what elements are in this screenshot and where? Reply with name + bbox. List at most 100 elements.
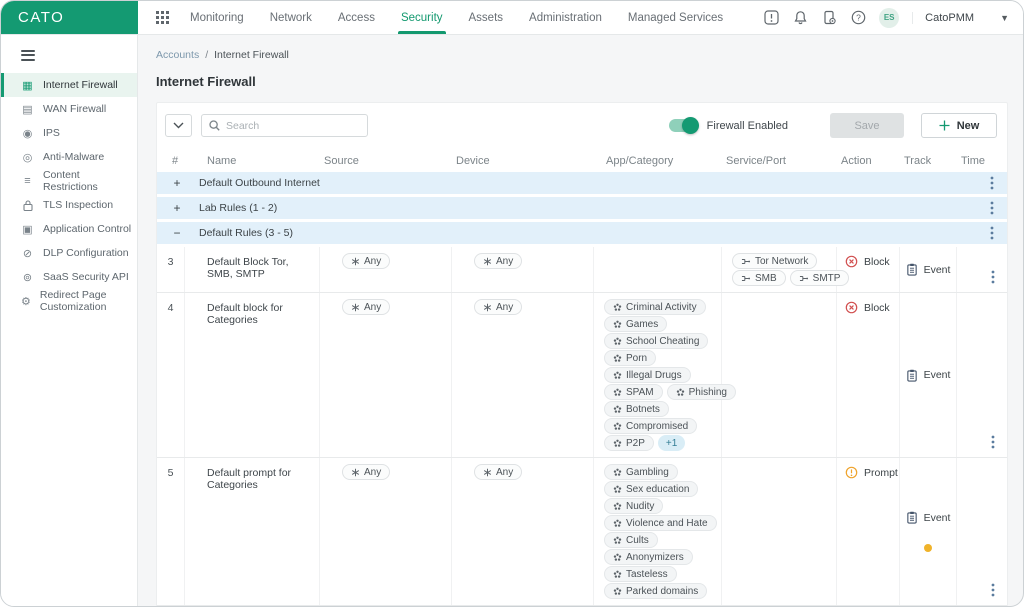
track-label: Event <box>923 369 951 381</box>
sidebar-item-wan-firewall[interactable]: ▤ WAN Firewall <box>1 97 137 121</box>
column-header-source: Source <box>324 154 359 167</box>
group-row-lab-rules-1-2[interactable]: + Lab Rules (1 - 2) <box>157 197 1007 219</box>
collapse-group-icon[interactable]: − <box>171 227 183 239</box>
sidebar-item-label: TLS Inspection <box>43 199 114 211</box>
expand-group-icon[interactable]: + <box>171 177 183 189</box>
games-chip: Games <box>604 316 668 332</box>
help-icon[interactable]: ? <box>850 10 866 26</box>
chip-label: Sex education <box>626 483 690 495</box>
new-rule-button[interactable]: New <box>921 113 997 138</box>
tls-inspection-icon <box>21 199 34 211</box>
sidebar-item-label: Anti-Malware <box>43 151 105 163</box>
rule-menu-kebab-icon[interactable] <box>991 435 995 449</box>
notifications-bell-icon[interactable] <box>792 10 808 26</box>
release-notes-icon[interactable] <box>763 10 779 26</box>
group-row-default-outbound-internet[interactable]: + Default Outbound Internet <box>157 172 1007 194</box>
source-cell: Any <box>320 247 452 292</box>
dlp-configuration-icon: ⊘ <box>22 247 33 260</box>
rule-row-3[interactable]: 3 Default Block Tor, SMB, SMTP Any Any Tor N… <box>157 247 1007 293</box>
category-icon <box>613 519 622 528</box>
sidebar-item-saas-security-api[interactable]: ⊚ SaaS Security API <box>1 265 137 289</box>
group-menu-kebab-icon[interactable] <box>990 226 994 240</box>
block-icon <box>845 301 858 314</box>
compromised-chip: Compromised <box>604 418 698 434</box>
expand-collapse-all-button[interactable] <box>165 114 192 137</box>
sidebar-collapse-icon[interactable] <box>1 35 137 73</box>
rule-menu-kebab-icon[interactable] <box>991 583 995 597</box>
apps-grid-icon[interactable] <box>148 1 177 34</box>
category-icon <box>613 439 622 448</box>
track-label: Event <box>923 263 951 276</box>
search-input[interactable] <box>226 119 360 132</box>
rule-row-4[interactable]: 4 Default block for Categories Any Any Crimi… <box>157 293 1007 458</box>
chip-label: Nudity <box>626 500 655 512</box>
group-name: Default Outbound Internet <box>199 177 320 189</box>
nav-item-access[interactable]: Access <box>325 1 388 34</box>
svg-text:?: ? <box>856 12 861 22</box>
group-row-default-rules-3-5[interactable]: − Default Rules (3 - 5) <box>157 222 1007 244</box>
sidebar-item-redirect-page-customization[interactable]: ⚙ Redirect Page Customization <box>1 289 137 313</box>
rule-row-5[interactable]: 5 Default prompt for Categories Any Any Gamb… <box>157 458 1007 606</box>
chip-label: Compromised <box>626 420 689 432</box>
chip-line: P2P +1 <box>604 435 686 451</box>
sidebar-item-ips[interactable]: ◉ IPS <box>1 121 137 145</box>
chip-label: Any <box>496 255 514 267</box>
school-cheating-chip: School Cheating <box>604 333 709 349</box>
nav-item-managed-services[interactable]: Managed Services <box>615 1 736 34</box>
sidebar-item-label: Content Restrictions <box>42 169 98 193</box>
chip-label: Any <box>364 301 382 313</box>
illegal-drugs-chip: Illegal Drugs <box>604 367 691 383</box>
chip-line: School Cheating <box>604 333 709 349</box>
firewall-rules-panel: Firewall Enabled Save New # Name Source Dev… <box>156 102 1008 606</box>
category-icon <box>676 388 685 397</box>
wan-firewall-icon: ▤ <box>22 103 33 116</box>
sidebar-item-internet-firewall[interactable]: ▦ Internet Firewall <box>1 73 137 97</box>
criminal-activity-chip: Criminal Activity <box>604 299 706 315</box>
device-status-icon[interactable] <box>821 10 837 26</box>
sidebar-item-anti-malware[interactable]: ◎ Anti-Malware <box>1 145 137 169</box>
sidebar-item-dlp-configuration[interactable]: ⊘ DLP Configuration <box>1 241 137 265</box>
device-cell: Any <box>452 293 594 457</box>
breadcrumb-accounts-link[interactable]: Accounts <box>156 49 199 61</box>
app-category-cell <box>594 247 722 292</box>
category-icon <box>613 371 622 380</box>
user-avatar[interactable]: ES <box>879 7 900 28</box>
any-chip: Any <box>342 299 391 315</box>
column-header-time: Time <box>961 154 986 167</box>
sidebar-item-tls-inspection[interactable]: TLS Inspection <box>1 193 137 217</box>
chip-label: Illegal Drugs <box>626 369 682 381</box>
nudity-chip: Nudity <box>604 498 664 514</box>
nav-item-administration[interactable]: Administration <box>516 1 615 34</box>
track-event: Event <box>906 263 951 276</box>
nav-item-network[interactable]: Network <box>257 1 325 34</box>
more-chip: +1 <box>657 435 686 451</box>
chip-line: Tasteless <box>604 566 677 582</box>
new-button-label: New <box>956 119 980 132</box>
nav-item-monitoring[interactable]: Monitoring <box>177 1 257 34</box>
redirect-page-customization-icon: ⚙ <box>21 295 31 308</box>
sidebar-item-label: DLP Configuration <box>43 247 129 259</box>
account-selector[interactable]: CatoPMM ▼ <box>912 11 1009 24</box>
firewall-enabled-toggle[interactable] <box>668 116 699 134</box>
nav-item-assets[interactable]: Assets <box>456 1 517 34</box>
category-icon <box>613 422 622 431</box>
time-cell <box>957 458 1009 605</box>
rule-menu-kebab-icon[interactable] <box>991 270 995 284</box>
nav-item-security[interactable]: Security <box>388 1 456 34</box>
rules-toolbar: Firewall Enabled Save New <box>157 103 1007 147</box>
save-button[interactable]: Save <box>830 113 904 138</box>
expand-group-icon[interactable]: + <box>171 202 183 214</box>
sidebar-item-application-control[interactable]: ▣ Application Control <box>1 217 137 241</box>
plus-icon <box>939 120 950 131</box>
action-cell: Block <box>837 293 900 457</box>
any-icon <box>351 257 360 266</box>
table-header: # Name Source Device App/Category Service/Por… <box>157 149 1007 172</box>
column-header-action: Action <box>841 154 872 167</box>
sidebar-item-content-restrictions[interactable]: ≡ Content Restrictions <box>1 169 137 193</box>
search-icon <box>209 120 220 131</box>
group-menu-kebab-icon[interactable] <box>990 201 994 215</box>
group-menu-kebab-icon[interactable] <box>990 176 994 190</box>
sex-education-chip: Sex education <box>604 481 699 497</box>
chip-line: Cults <box>604 532 658 548</box>
cato-logo: CATO <box>1 1 138 34</box>
